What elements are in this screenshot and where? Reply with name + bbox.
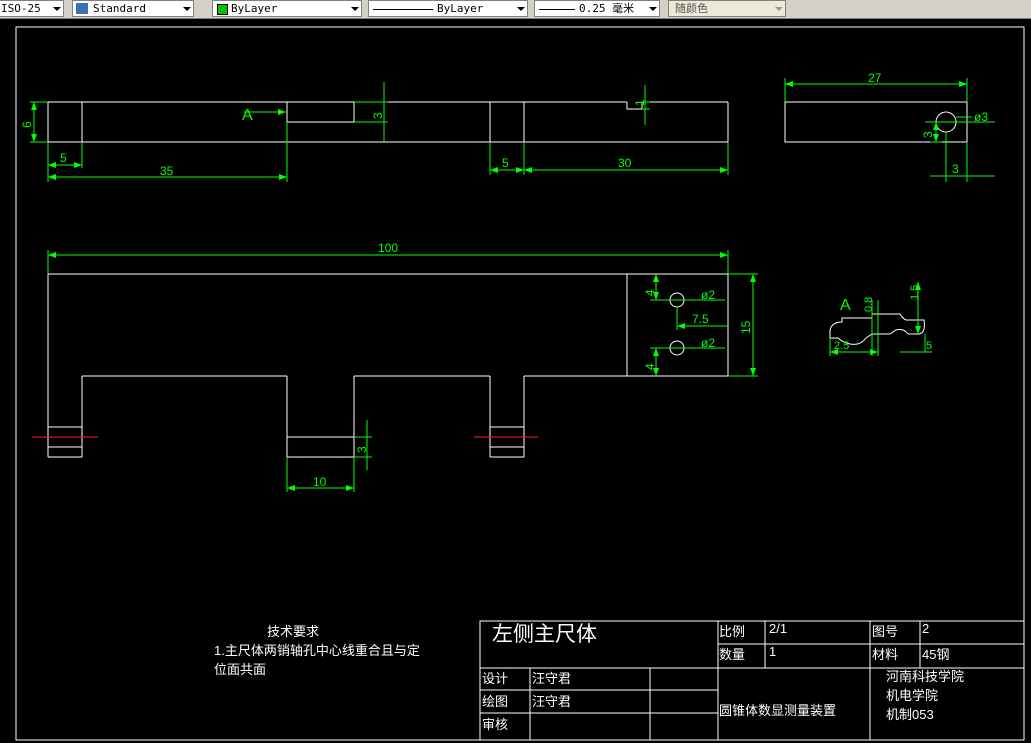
material-label: 材料 — [872, 647, 898, 662]
title-block-text: 左侧主尺体 比例 2/1 图号 2 数量 1 材料 45钢 设计 汪守君 绘图 … — [482, 621, 964, 732]
scale-label: 比例 — [719, 624, 745, 639]
color-value: ByLayer — [231, 2, 278, 15]
notes-title: 技术要求 — [267, 624, 319, 639]
tech-notes: 技术要求 1.主尺体两销轴孔中心线重合且与定 位面共面 — [214, 624, 420, 677]
dim-5a: 5 — [60, 151, 67, 165]
qty-label: 数量 — [719, 647, 745, 662]
side-view-dim-text: 27 ø3 3 3 — [868, 71, 988, 176]
chevron-down-icon — [183, 7, 191, 11]
plotstyle-dropdown[interactable]: 随颜色 — [668, 0, 786, 17]
chevron-down-icon — [775, 7, 783, 11]
dim-5c: 5 — [926, 340, 932, 352]
dim-1-5b: 1.5 — [909, 285, 921, 300]
linetype-dropdown[interactable]: ByLayer — [368, 0, 528, 17]
part-name: 左侧主尺体 — [492, 623, 597, 646]
linetype-sample-icon — [373, 9, 433, 10]
lineweight-value: 0.25 毫米 — [579, 2, 635, 15]
dim-6: 6 — [20, 121, 34, 128]
front-view-dims — [47, 250, 758, 492]
qty-value: 1 — [769, 644, 776, 659]
dim-27: 27 — [868, 71, 882, 85]
dimstyle-value: ISO-25 — [1, 2, 41, 15]
textstyle-dropdown[interactable]: Standard — [72, 0, 194, 17]
dim-3a: 3 — [371, 112, 385, 119]
dim-phi2a: ø2 — [701, 288, 715, 302]
school-line3: 机制053 — [886, 707, 934, 722]
color-swatch-icon — [217, 4, 228, 15]
dim-phi2b: ø2 — [701, 336, 715, 350]
top-view-dim-text: 6 5 35 3 5 30 1 A — [20, 99, 647, 178]
textstyle-value: Standard — [93, 2, 146, 15]
linetype-value: ByLayer — [437, 2, 484, 15]
drawing-svg: 6 5 35 3 5 30 1 A 27 ø3 3 3 100 4 ø2 7.5… — [15, 26, 1025, 741]
dim-3d: 3 — [355, 446, 369, 453]
chevron-down-icon — [649, 7, 657, 11]
design-label: 设计 — [482, 671, 508, 686]
dim-phi3: ø3 — [974, 110, 988, 124]
drawn-label: 绘图 — [482, 694, 508, 709]
dim-1: 1 — [633, 99, 647, 106]
drawing-no-label: 图号 — [872, 624, 898, 639]
properties-toolbar: ISO-25 Standard ByLayer ByLayer 0.25 毫米 … — [0, 0, 1031, 19]
front-view-dim-text: 100 4 ø2 7.5 15 4 ø2 10 3 — [313, 241, 753, 489]
dim-10: 10 — [313, 475, 327, 489]
lineweight-dropdown[interactable]: 0.25 毫米 — [534, 0, 660, 17]
chevron-down-icon — [53, 7, 61, 11]
dim-4a: 4 — [643, 289, 657, 296]
design-value: 汪守君 — [532, 671, 571, 686]
lineweight-sample-icon — [539, 9, 575, 10]
notes-line1: 1.主尺体两销轴孔中心线重合且与定 — [214, 643, 420, 658]
notes-line2: 位面共面 — [214, 662, 266, 677]
chevron-down-icon — [517, 7, 525, 11]
dimstyle-dropdown[interactable]: ISO-25 — [0, 0, 64, 17]
dim-7-5: 7.5 — [692, 312, 709, 326]
side-view-dims — [784, 78, 995, 182]
school-line2: 机电学院 — [886, 688, 938, 703]
material-value: 45钢 — [922, 647, 949, 662]
drawing-canvas[interactable]: 6 5 35 3 5 30 1 A 27 ø3 3 3 100 4 ø2 7.5… — [0, 19, 1031, 743]
textstyle-icon — [76, 3, 88, 14]
dim-100: 100 — [378, 241, 398, 255]
school-line1: 河南科技学院 — [886, 669, 964, 684]
project-name: 圆锥体数显测量装置 — [719, 703, 836, 718]
plotstyle-value: 随颜色 — [675, 2, 708, 15]
dim-0-8: 0.8 — [863, 297, 875, 312]
view-label-a2: A — [840, 297, 851, 314]
drawing-no-value: 2 — [922, 621, 929, 636]
dim-15: 15 — [739, 320, 753, 334]
dim-3c: 3 — [952, 162, 959, 176]
dim-35: 35 — [160, 164, 174, 178]
dim-4b: 4 — [643, 363, 657, 370]
view-label-a1: A — [242, 107, 253, 124]
front-view — [47, 273, 729, 458]
color-dropdown[interactable]: ByLayer — [212, 0, 362, 17]
scale-value: 2/1 — [769, 621, 787, 636]
chevron-down-icon — [351, 7, 359, 11]
dim-5b: 5 — [502, 156, 509, 170]
drawn-value: 汪守君 — [532, 694, 571, 709]
dim-30: 30 — [618, 156, 632, 170]
check-label: 审核 — [482, 717, 508, 732]
dim-3b: 3 — [921, 131, 935, 138]
dim-2-5: 2.5 — [834, 340, 849, 352]
